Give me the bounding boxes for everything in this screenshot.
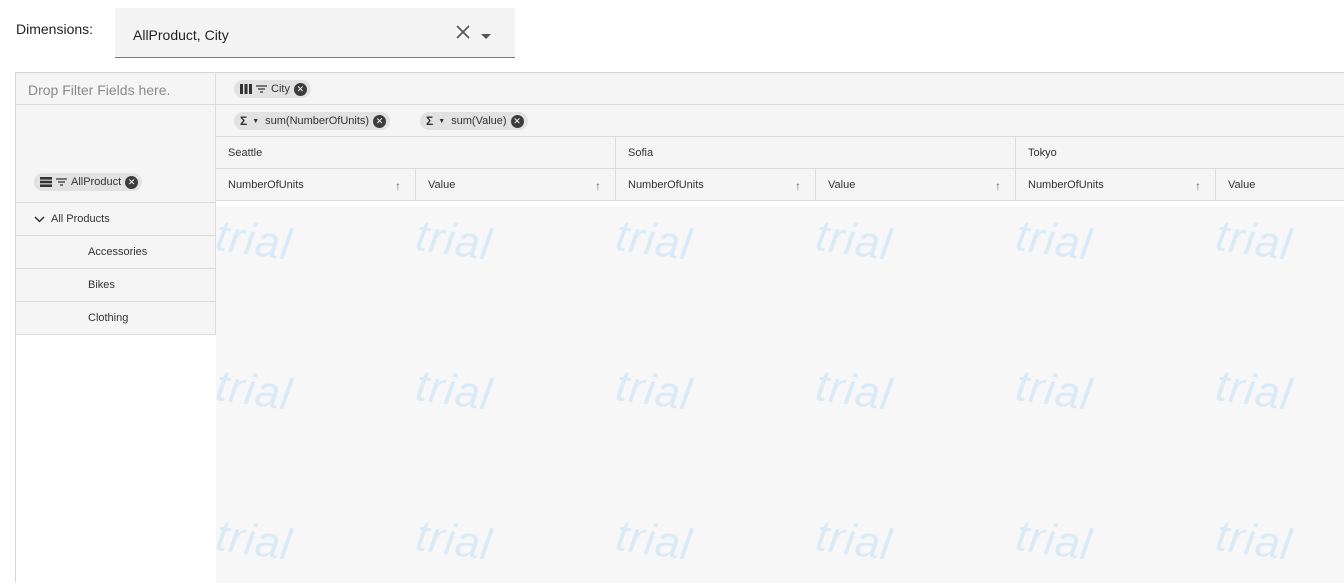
trial-watermark: trial bbox=[413, 360, 496, 421]
measure-label: Value bbox=[1228, 178, 1256, 191]
column-header-measure[interactable]: Value bbox=[1216, 169, 1344, 200]
measure-label: Value bbox=[828, 178, 856, 191]
caret-down-icon[interactable]: ▼ bbox=[438, 118, 445, 125]
column-chip-city[interactable]: City ✕ bbox=[234, 80, 311, 98]
trial-watermark: trial bbox=[813, 210, 896, 271]
arrow-up-icon[interactable]: ↑ bbox=[1195, 179, 1201, 193]
value-chip-value[interactable]: Σ ▼ sum(Value) ✕ bbox=[420, 112, 528, 130]
sigma-icon: Σ bbox=[240, 114, 248, 128]
trial-watermark: trial bbox=[1213, 510, 1296, 571]
row-dimensions-area[interactable]: AllProduct ✕ bbox=[16, 105, 216, 203]
pivot-data-area: trial trial trial trial trial trial trial trial… bbox=[216, 206, 1344, 583]
trial-watermark: trial bbox=[613, 210, 696, 271]
column-header-measure[interactable]: Value ↑ bbox=[816, 169, 1016, 200]
measure-label: NumberOfUnits bbox=[228, 178, 304, 191]
measure-label: NumberOfUnits bbox=[1028, 178, 1104, 191]
value-chip-units[interactable]: Σ ▼ sum(NumberOfUnits) ✕ bbox=[234, 112, 391, 130]
row-header-label: All Products bbox=[51, 213, 110, 225]
row-header-child[interactable]: Accessories bbox=[16, 236, 216, 269]
caret-down-icon[interactable] bbox=[481, 28, 491, 39]
column-header-measure[interactable]: NumberOfUnits ↑ bbox=[1016, 169, 1216, 200]
column-header-measure[interactable]: Value ↑ bbox=[416, 169, 616, 200]
column-header-measure[interactable]: NumberOfUnits ↑ bbox=[616, 169, 816, 200]
pivot-grid: Drop Filter Fields here. City ✕ Σ ▼ sum(… bbox=[15, 72, 1344, 583]
sigma-icon: Σ bbox=[426, 114, 434, 128]
trial-watermark: trial bbox=[613, 360, 696, 421]
arrow-up-icon[interactable]: ↑ bbox=[795, 179, 801, 193]
measure-label: Value bbox=[428, 178, 456, 191]
filter-icon[interactable] bbox=[56, 178, 67, 186]
column-header-cities: Seattle Sofia Tokyo bbox=[216, 137, 1344, 169]
row-chip-label: AllProduct bbox=[71, 176, 122, 188]
trial-watermark: trial bbox=[1013, 210, 1096, 271]
value-chip-label: sum(NumberOfUnits) bbox=[265, 115, 370, 127]
trial-watermark: trial bbox=[216, 210, 296, 271]
remove-icon[interactable]: ✕ bbox=[510, 114, 524, 128]
value-chip-label: sum(Value) bbox=[451, 115, 507, 127]
chevron-down-icon[interactable] bbox=[34, 215, 45, 223]
filter-icon[interactable] bbox=[256, 85, 267, 93]
column-header-city[interactable]: Seattle bbox=[216, 137, 616, 168]
filter-drop-area[interactable]: Drop Filter Fields here. bbox=[16, 73, 216, 105]
trial-watermark: trial bbox=[813, 510, 896, 571]
trial-watermark: trial bbox=[413, 210, 496, 271]
close-icon[interactable] bbox=[453, 22, 473, 42]
row-chip-allproduct[interactable]: AllProduct ✕ bbox=[34, 173, 143, 191]
trial-watermark: trial bbox=[1213, 210, 1296, 271]
arrow-up-icon[interactable]: ↑ bbox=[595, 179, 601, 193]
trial-watermark: trial bbox=[413, 510, 496, 571]
column-header-city[interactable]: Tokyo bbox=[1016, 137, 1344, 168]
column-header-city[interactable]: Sofia bbox=[616, 137, 1016, 168]
column-header-measures: NumberOfUnits ↑ Value ↑ NumberOfUnits ↑ … bbox=[216, 169, 1344, 201]
caret-down-icon[interactable]: ▼ bbox=[252, 118, 259, 125]
column-header-measure[interactable]: NumberOfUnits ↑ bbox=[216, 169, 416, 200]
trial-watermark: trial bbox=[1013, 510, 1096, 571]
remove-icon[interactable]: ✕ bbox=[125, 175, 139, 189]
trial-watermark: trial bbox=[216, 360, 296, 421]
columns-icon bbox=[240, 84, 252, 94]
remove-icon[interactable]: ✕ bbox=[293, 82, 307, 96]
trial-watermark: trial bbox=[813, 360, 896, 421]
values-area[interactable]: Σ ▼ sum(NumberOfUnits) ✕ Σ ▼ sum(Value) … bbox=[216, 105, 1344, 137]
dimensions-combo[interactable]: AllProduct, City bbox=[115, 8, 515, 58]
trial-watermark: trial bbox=[216, 510, 296, 571]
measure-label: NumberOfUnits bbox=[628, 178, 704, 191]
dimensions-combo-value: AllProduct, City bbox=[133, 27, 229, 43]
trial-watermark: trial bbox=[1213, 360, 1296, 421]
trial-watermark: trial bbox=[613, 510, 696, 571]
remove-icon[interactable]: ✕ bbox=[373, 114, 387, 128]
rows-icon bbox=[40, 177, 52, 187]
row-header-all-products[interactable]: All Products bbox=[16, 203, 216, 236]
row-header-child[interactable]: Clothing bbox=[16, 302, 216, 335]
row-header-child[interactable]: Bikes bbox=[16, 269, 216, 302]
filter-placeholder: Drop Filter Fields here. bbox=[28, 82, 171, 98]
arrow-up-icon[interactable]: ↑ bbox=[995, 179, 1001, 193]
trial-watermark: trial bbox=[1013, 360, 1096, 421]
arrow-up-icon[interactable]: ↑ bbox=[395, 179, 401, 193]
dimensions-label: Dimensions: bbox=[16, 21, 94, 37]
column-chip-label: City bbox=[271, 83, 290, 95]
column-dimensions-area[interactable]: City ✕ bbox=[216, 73, 1344, 105]
